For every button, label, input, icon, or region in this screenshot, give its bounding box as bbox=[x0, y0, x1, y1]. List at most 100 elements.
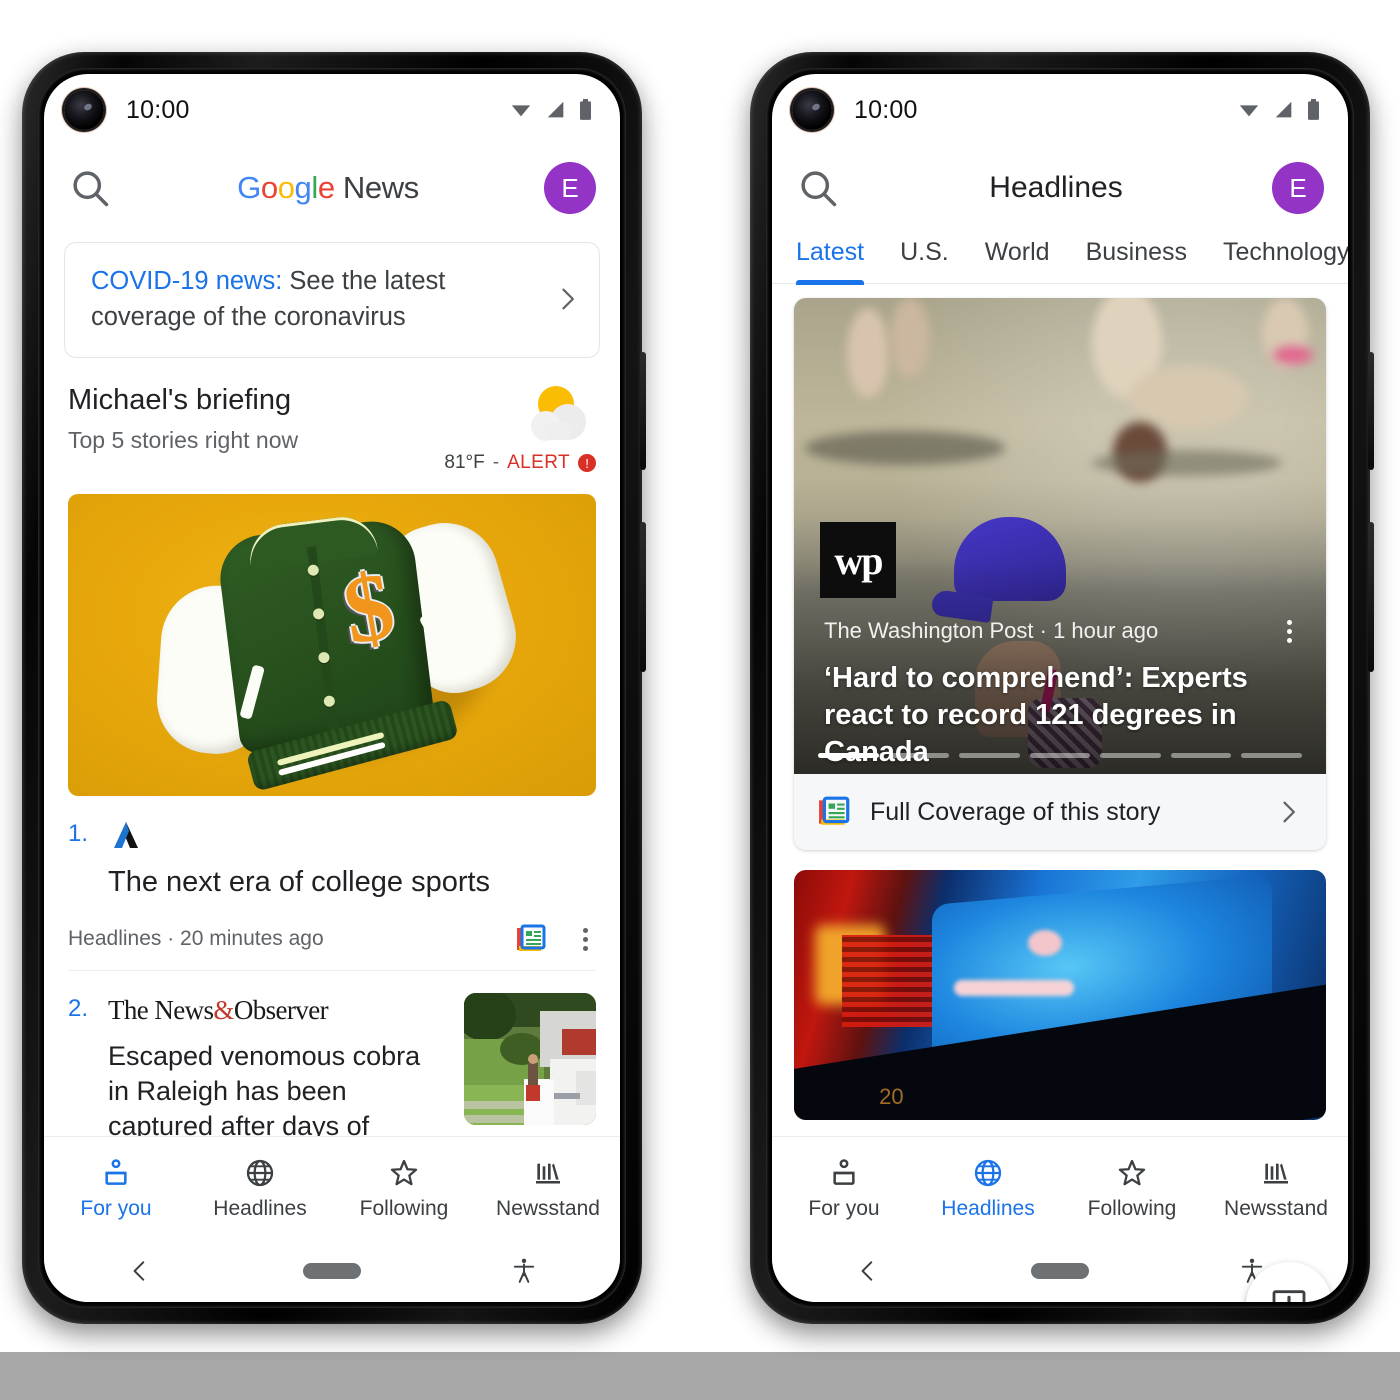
story-item-1[interactable]: 1. The next era of college sports Headli… bbox=[44, 796, 620, 972]
globe-icon bbox=[246, 1159, 274, 1186]
avatar-letter: E bbox=[561, 172, 579, 203]
tab-latest[interactable]: Latest bbox=[796, 238, 865, 285]
status-time: 10:00 bbox=[126, 95, 190, 124]
nav-item-following[interactable]: Following bbox=[332, 1137, 476, 1240]
tab-business[interactable]: Business bbox=[1086, 238, 1187, 283]
nav-item-newsstand[interactable]: Newsstand bbox=[1204, 1137, 1348, 1240]
phone-left-bezel: 10:00 Google News E COVID-19 news: See t… bbox=[38, 68, 626, 1308]
nav-item-headlines[interactable]: Headlines bbox=[188, 1137, 332, 1240]
system-back-button[interactable] bbox=[772, 1256, 964, 1286]
battery-icon bbox=[580, 99, 591, 120]
story-1-rank: 1. bbox=[68, 820, 89, 848]
nav-label-newsstand: Newsstand bbox=[496, 1196, 600, 1220]
photo-blur-figure bbox=[1129, 364, 1250, 429]
weather-widget[interactable]: 81°F - ALERT ! bbox=[436, 384, 596, 474]
front-camera-cutout bbox=[792, 90, 832, 130]
weather-separator: - bbox=[492, 452, 500, 474]
second-story-card[interactable]: 20 bbox=[794, 870, 1326, 1120]
status-bar-left: 10:00 bbox=[44, 74, 620, 146]
photo-blur-figure bbox=[847, 307, 890, 398]
newsstand-icon bbox=[1264, 1163, 1288, 1184]
news-observer-logo: The News&Observer bbox=[108, 994, 329, 1026]
app-title-area: Google News bbox=[112, 170, 544, 206]
carousel-segment bbox=[1241, 753, 1303, 758]
app-bar-left: Google News E bbox=[44, 146, 620, 230]
photo-blur-figure bbox=[1272, 345, 1313, 364]
tab-world[interactable]: World bbox=[985, 238, 1050, 283]
avatar[interactable]: E bbox=[544, 162, 596, 214]
covid-banner-lead: COVID-19 news: bbox=[91, 267, 283, 295]
story-2-thumbnail[interactable] bbox=[464, 993, 596, 1126]
varsity-jacket-illustration: $ bbox=[123, 494, 542, 796]
sun-cloud-icon bbox=[531, 386, 586, 442]
nav-item-following[interactable]: Following bbox=[1060, 1137, 1204, 1240]
full-coverage-label: Full Coverage of this story bbox=[870, 797, 1161, 826]
nav-item-newsstand[interactable]: Newsstand bbox=[476, 1137, 620, 1240]
carousel-segment bbox=[1029, 753, 1091, 758]
globe-icon bbox=[974, 1159, 1002, 1186]
avatar-letter: E bbox=[1289, 172, 1307, 203]
power-button-left-phone[interactable] bbox=[640, 522, 646, 672]
story-1-main: The next era of college sports bbox=[108, 818, 596, 902]
story-1-meta: Headlines · 20 minutes ago bbox=[68, 924, 596, 972]
carousel-segment bbox=[1170, 753, 1232, 758]
status-time: 10:00 bbox=[854, 95, 918, 124]
more-options-icon[interactable] bbox=[1278, 620, 1300, 643]
back-icon bbox=[133, 1261, 145, 1281]
system-back-button[interactable] bbox=[44, 1256, 236, 1286]
briefing-subtitle: Top 5 stories right now bbox=[68, 427, 299, 454]
story-1-source bbox=[108, 818, 596, 852]
star-icon bbox=[1118, 1159, 1146, 1185]
search-icon[interactable] bbox=[796, 166, 840, 210]
photo-wet-pavement bbox=[804, 431, 1005, 466]
story-2-source: The News&Observer bbox=[108, 993, 438, 1027]
volume-button-right-phone[interactable] bbox=[1368, 352, 1374, 470]
nav-item-headlines[interactable]: Headlines bbox=[916, 1137, 1060, 1240]
tab-us[interactable]: U.S. bbox=[900, 238, 949, 283]
newsstand-icon bbox=[536, 1163, 560, 1184]
full-coverage-icon[interactable] bbox=[516, 924, 548, 954]
full-coverage-icon bbox=[819, 796, 850, 825]
for-you-icon bbox=[833, 1158, 855, 1185]
phone-left: 10:00 Google News E COVID-19 news: See t… bbox=[22, 52, 646, 1324]
nav-item-for-you[interactable]: For you bbox=[44, 1137, 188, 1240]
app-title-area: Headlines bbox=[840, 171, 1272, 205]
photo-plate-text: 20 bbox=[879, 1084, 904, 1109]
nav-label-for-you: For you bbox=[808, 1196, 880, 1220]
nav-item-for-you[interactable]: For you bbox=[772, 1137, 916, 1240]
carousel-segment bbox=[888, 753, 950, 758]
system-accessibility-button[interactable] bbox=[428, 1255, 620, 1287]
hero-image-varsity-jacket[interactable]: $ bbox=[68, 494, 596, 797]
nav-label-newsstand: Newsstand bbox=[1224, 1196, 1328, 1220]
carousel-progress-indicator[interactable] bbox=[818, 753, 1303, 758]
full-coverage-row[interactable]: Full Coverage of this story bbox=[794, 774, 1326, 850]
avatar[interactable]: E bbox=[1272, 162, 1324, 214]
featured-source-line: The Washington Post · 1 hour ago bbox=[824, 618, 1159, 643]
chevron-right-icon bbox=[1283, 801, 1295, 823]
system-home-button[interactable] bbox=[964, 1263, 1156, 1279]
screenshot-canvas: 10:00 Google News E COVID-19 news: See t… bbox=[0, 0, 1400, 1400]
phone-right: 10:00 Headlines E Latest U.S. World Busi… bbox=[750, 52, 1374, 1324]
home-pill bbox=[303, 1263, 361, 1279]
logo-suffix: Observer bbox=[233, 994, 329, 1025]
power-button-right-phone[interactable] bbox=[1368, 522, 1374, 672]
covid-banner-card[interactable]: COVID-19 news: See the latest coverage o… bbox=[64, 242, 600, 359]
carousel-segment bbox=[1100, 753, 1161, 758]
nav-label-following: Following bbox=[1087, 1196, 1177, 1220]
system-nav-left bbox=[44, 1240, 620, 1302]
volume-button-left-phone[interactable] bbox=[640, 352, 646, 470]
covid-banner-text: COVID-19 news: See the latest coverage o… bbox=[91, 263, 543, 335]
search-icon[interactable] bbox=[68, 166, 112, 210]
nav-label-headlines: Headlines bbox=[213, 1196, 307, 1220]
more-options-icon[interactable] bbox=[574, 927, 596, 951]
featured-story-card[interactable]: wp The Washington Post · 1 hour ago ‘Har… bbox=[794, 298, 1326, 850]
wp-logo-text: wp bbox=[834, 537, 883, 583]
system-home-button[interactable] bbox=[236, 1263, 428, 1279]
phone-left-screen: 10:00 Google News E COVID-19 news: See t… bbox=[44, 74, 620, 1302]
briefing-header: Michael's briefing Top 5 stories right n… bbox=[44, 358, 620, 480]
nav-label-for-you: For you bbox=[80, 1196, 152, 1220]
nav-label-following: Following bbox=[359, 1196, 449, 1220]
tab-technology[interactable]: Technology bbox=[1223, 238, 1348, 283]
weather-temperature: 81°F bbox=[444, 452, 485, 474]
briefing-title: Michael's briefing bbox=[68, 384, 292, 417]
